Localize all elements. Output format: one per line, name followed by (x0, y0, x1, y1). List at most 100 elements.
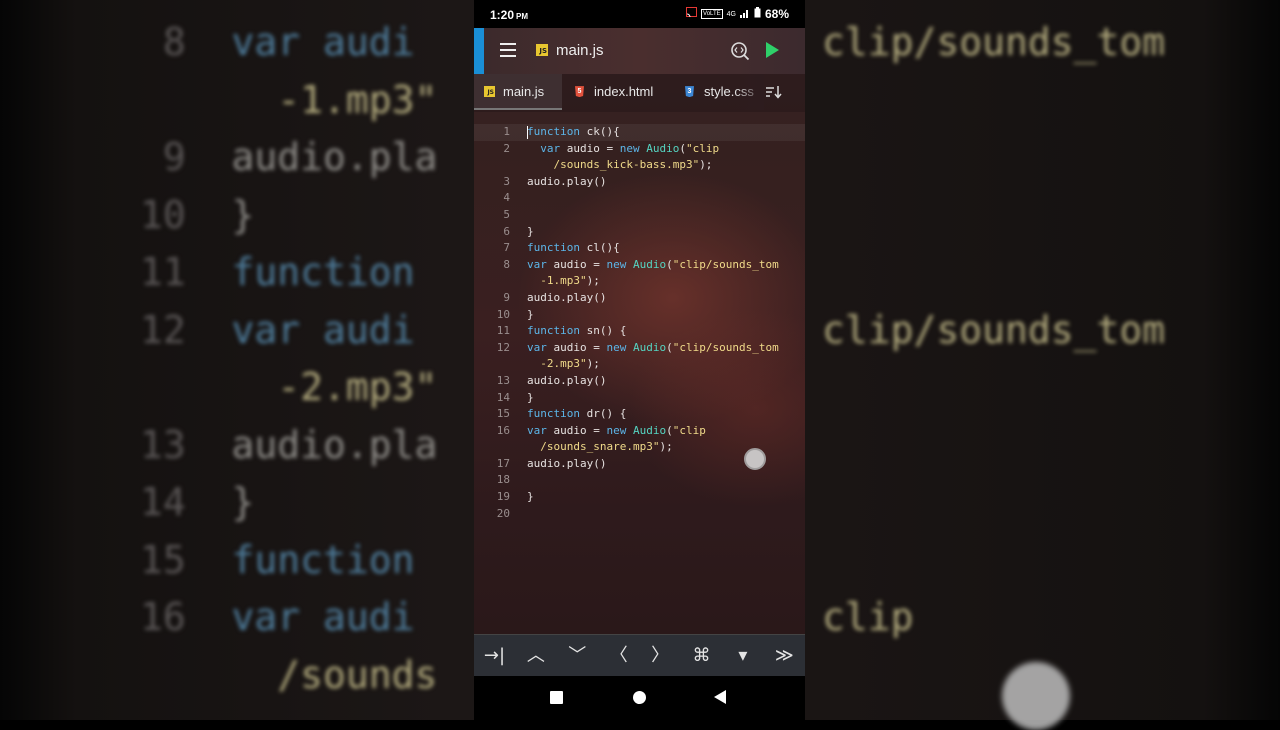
code-text: /sounds_snare.mp3"); (527, 440, 673, 454)
menu-icon[interactable] (500, 43, 516, 57)
status-time: 1:20 PM (490, 8, 529, 22)
code-line[interactable]: 18 (474, 472, 805, 489)
background-line-number: 9 (140, 135, 186, 179)
background-line-number (140, 78, 186, 122)
background-code-tail: clip/sounds_tom (822, 307, 1166, 352)
volte-badge: VoLTE (701, 9, 723, 19)
phone-screen: 1:20 PM VoLTE 4G 68% JS main.js JS main.… (474, 0, 805, 720)
tab-index-html[interactable]: 5 index.html (575, 74, 653, 110)
system-nav-bar (474, 676, 805, 720)
code-text: audio.play() (527, 373, 607, 387)
code-text: } (527, 307, 534, 321)
code-line[interactable]: 2 var audio = new Audio("clip (474, 141, 805, 158)
code-text: var audio = new Audio("clip/sounds_tom (527, 257, 779, 271)
code-line[interactable]: 14} (474, 390, 805, 407)
status-icons: VoLTE 4G 68% (686, 7, 789, 21)
code-text: function sn() { (527, 324, 627, 338)
code-text: } (527, 224, 534, 238)
background-line-number: 13 (140, 422, 186, 467)
cast-icon (686, 7, 698, 21)
line-number: 1 (503, 125, 510, 138)
code-text: -1.mp3"); (527, 274, 600, 288)
network-type: 4G (726, 10, 736, 18)
line-number: 20 (496, 506, 510, 520)
code-line[interactable]: 20 (474, 506, 805, 523)
preview-code-icon[interactable] (730, 41, 750, 61)
background-code-line: 9 audio.pla (140, 135, 438, 179)
background-code-text: var audi (231, 595, 415, 639)
background-code-line: 16 var audi (140, 595, 415, 639)
background-line-number: 11 (140, 250, 186, 294)
back-button[interactable] (714, 690, 726, 704)
code-line[interactable]: 3 audio.play() (474, 174, 805, 191)
battery-icon (754, 7, 761, 21)
code-line[interactable]: 7 function cl(){ (474, 240, 805, 257)
code-line[interactable]: 12 var audio = new Audio("clip/sounds_tom (474, 340, 805, 357)
background-code-line: 8 var audi (140, 20, 415, 64)
right-key[interactable]: 〉 (640, 635, 681, 677)
code-line[interactable]: -2.mp3"); (474, 356, 805, 373)
code-line[interactable]: 4 (474, 190, 805, 207)
code-text: } (527, 490, 534, 504)
dropdown-key[interactable]: ▾ (722, 635, 763, 677)
left-key[interactable]: 〈 (598, 635, 639, 677)
more-key[interactable]: ≫ (764, 635, 805, 677)
file-title-label: main.js (556, 42, 604, 59)
line-number: 12 (496, 340, 510, 354)
code-line[interactable]: 11 function sn() { (474, 323, 805, 340)
line-number: 17 (496, 456, 510, 470)
tab-main-js[interactable]: JS main.js (474, 74, 562, 110)
file-title: JS main.js (536, 42, 604, 59)
code-line[interactable]: 13 audio.play() (474, 373, 805, 390)
up-key[interactable]: ︿ (515, 635, 556, 677)
signal-icon (739, 8, 750, 21)
code-line[interactable]: 8 var audio = new Audio("clip/sounds_tom (474, 257, 805, 274)
down-key[interactable]: ﹀ (557, 635, 598, 677)
accent-strip (474, 28, 484, 74)
background-code-line: 11 function (140, 250, 415, 294)
tab-label: index.html (594, 84, 654, 99)
code-line[interactable]: 16 var audio = new Audio("clip (474, 423, 805, 440)
background-code-tail: clip/sounds_tom (822, 20, 1166, 64)
file-tabs: JS main.js 5 index.html 3 style.css (474, 74, 805, 112)
line-number: 18 (496, 473, 510, 487)
background-code-text: -2.mp3" (231, 365, 438, 409)
code-text: /sounds_kick-bass.mp3"); (527, 158, 713, 172)
command-key[interactable]: ⌘ (681, 635, 722, 677)
background-code-line: 15 function (140, 538, 415, 582)
background-line-number: 15 (140, 537, 186, 582)
line-number: 7 (503, 241, 510, 255)
code-line[interactable]: /sounds_kick-bass.mp3"); (474, 157, 805, 174)
line-number: 19 (496, 490, 510, 504)
background-line-number: 14 (140, 480, 186, 524)
line-number: 5 (503, 207, 510, 221)
code-text: function ck(){ (527, 125, 620, 139)
code-line[interactable]: 9 audio.play() (474, 290, 805, 307)
background-line-number (140, 365, 186, 409)
background-code-line: 13 audio.pla (140, 423, 437, 467)
code-line[interactable]: 6} (474, 224, 805, 241)
background-code-line: -1.mp3" (140, 78, 437, 122)
code-text: function cl(){ (527, 241, 620, 255)
background-code-line: 12 var audi (140, 308, 415, 352)
code-text: var audio = new Audio("clip/sounds_tom (527, 340, 779, 354)
background-code-line: 14 } (140, 480, 254, 524)
run-play-icon[interactable] (766, 42, 779, 58)
line-number: 2 (503, 141, 510, 155)
html5-icon: 5 (575, 86, 584, 98)
code-line[interactable]: -1.mp3"); (474, 273, 805, 290)
sort-tabs-icon[interactable] (764, 83, 782, 101)
code-line[interactable]: 19} (474, 489, 805, 506)
line-number: 13 (496, 373, 510, 387)
tab-key[interactable]: →| (474, 635, 515, 677)
code-line[interactable]: 15 function dr() { (474, 406, 805, 423)
touch-indicator (744, 448, 766, 470)
background-code-text: var audi (231, 20, 415, 64)
code-text: audio.play() (527, 290, 607, 304)
code-line[interactable]: 10} (474, 307, 805, 324)
line-number: 11 (496, 324, 510, 338)
code-line[interactable]: 1 function ck(){ (474, 124, 805, 141)
recents-button[interactable] (550, 691, 563, 704)
code-line[interactable]: 5 (474, 207, 805, 224)
home-button[interactable] (633, 691, 646, 704)
